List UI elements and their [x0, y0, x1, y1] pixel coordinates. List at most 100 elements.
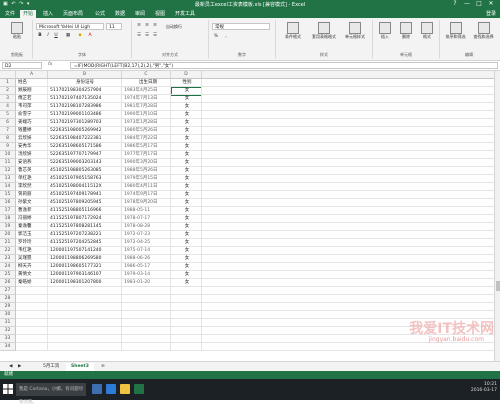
name-cell[interactable]: 贺莉丽	[18, 191, 48, 199]
paste-button[interactable]: 粘贴	[6, 22, 28, 40]
id-cell[interactable]: 411525198805116966	[50, 207, 120, 215]
align-top-icon[interactable]: ≡	[136, 23, 142, 29]
row-header[interactable]: 14	[0, 183, 16, 191]
tab-formulas[interactable]: 公式	[92, 10, 108, 18]
sex-cell[interactable]: 女	[172, 143, 202, 151]
name-cell[interactable]: 柳天卉	[18, 263, 48, 271]
column-header-a[interactable]: A	[16, 71, 48, 79]
row-header[interactable]: 24	[0, 263, 16, 271]
tab-review[interactable]: 审阅	[132, 10, 148, 18]
name-cell[interactable]: 罗玲玲	[18, 239, 48, 247]
tab-data[interactable]: 数据	[112, 10, 128, 18]
row-header[interactable]: 5	[0, 111, 16, 119]
align-right-icon[interactable]: ☰	[152, 33, 158, 39]
sex-cell[interactable]: 女	[172, 111, 202, 119]
font-family-select[interactable]: Microsoft YaHei UI Ligh	[36, 23, 104, 30]
id-cell[interactable]: 451025197809205945	[50, 199, 120, 207]
birth-date-cell[interactable]: 1986年5月17日	[124, 143, 172, 151]
row-header[interactable]: 22	[0, 247, 16, 255]
sex-cell[interactable]: 女	[172, 167, 202, 175]
tab-developer[interactable]: 开发工具	[172, 10, 198, 18]
row-header[interactable]: 28	[0, 295, 16, 303]
id-cell[interactable]: 411525197207238221	[50, 231, 120, 239]
id-cell[interactable]: 522635197707179947	[50, 151, 120, 159]
sex-cell[interactable]: 女	[172, 127, 202, 135]
birth-date-cell[interactable]: 1988-06-26	[124, 255, 172, 263]
birth-date-cell[interactable]: 1988-05-11	[124, 207, 172, 215]
sort-filter-button[interactable]: 排序和筛选	[442, 22, 469, 40]
sex-cell[interactable]: 女	[172, 231, 202, 239]
row-header[interactable]: 32	[0, 327, 16, 335]
column-header-d[interactable]: D	[171, 71, 202, 79]
row-header[interactable]: 33	[0, 335, 16, 343]
comma-icon[interactable]: ,	[223, 34, 229, 40]
row-header[interactable]: 15	[0, 191, 16, 199]
edge-icon[interactable]	[106, 384, 116, 394]
row-header[interactable]: 13	[0, 175, 16, 183]
id-cell[interactable]: 120001198806269580	[50, 255, 120, 263]
birth-date-cell[interactable]: 1978-07-17	[124, 215, 172, 223]
row-header[interactable]: 34	[0, 343, 16, 351]
name-box[interactable]: D2	[2, 62, 42, 69]
find-select-button[interactable]: 查找和选择	[470, 22, 497, 40]
birth-date-cell[interactable]: 1984年7月22日	[124, 135, 172, 143]
birth-date-cell[interactable]: 1990年3月20日	[124, 159, 172, 167]
name-cell[interactable]: 黄倩文	[18, 271, 48, 279]
sex-cell[interactable]: 女	[172, 239, 202, 247]
column-header-b[interactable]: B	[48, 71, 122, 79]
id-cell[interactable]: 522635199003203143	[50, 159, 120, 167]
row-header[interactable]: 10	[0, 151, 16, 159]
sex-cell[interactable]: 女	[172, 87, 202, 95]
id-cell[interactable]: 120001197507141240	[50, 247, 120, 255]
name-cell[interactable]: 俞雪宁	[18, 111, 48, 119]
sex-cell[interactable]: 女	[172, 255, 202, 263]
sex-cell[interactable]: 女	[172, 207, 202, 215]
birth-date-cell[interactable]: 1990年1月10日	[124, 111, 172, 119]
name-cell[interactable]: 云欣妍	[18, 135, 48, 143]
row-header[interactable]: 30	[0, 311, 16, 319]
name-cell[interactable]: 韦司萍	[18, 103, 48, 111]
row-header[interactable]: 18	[0, 215, 16, 223]
row-header[interactable]: 6	[0, 119, 16, 127]
id-cell[interactable]: 451025197409178941	[50, 191, 120, 199]
sex-cell[interactable]: 女	[172, 199, 202, 207]
cell-styles-button[interactable]: 单元格样式	[340, 22, 370, 40]
birth-date-cell[interactable]: 1980年5月26日	[124, 127, 172, 135]
birth-date-cell[interactable]: 1979-03-14	[124, 271, 172, 279]
sex-cell[interactable]: 女	[172, 119, 202, 127]
tab-home[interactable]: 开始	[20, 10, 37, 18]
windows-start-icon[interactable]	[3, 384, 13, 394]
wrap-text-button[interactable]: 自动换行	[166, 24, 182, 30]
id-cell[interactable]: 511702198304257904	[50, 87, 120, 95]
sex-cell[interactable]: 女	[172, 191, 202, 199]
tab-file[interactable]: 文件	[2, 10, 19, 18]
row-header[interactable]: 11	[0, 159, 16, 167]
row-header[interactable]: 1	[0, 79, 16, 87]
row-header[interactable]: 21	[0, 239, 16, 247]
align-center-icon[interactable]: ☰	[144, 33, 150, 39]
delete-button[interactable]: 删除	[396, 22, 416, 40]
task-view-icon[interactable]	[92, 384, 102, 394]
name-cell[interactable]: 冯丽婷	[18, 215, 48, 223]
select-all-corner[interactable]	[0, 71, 16, 79]
row-header[interactable]: 16	[0, 199, 16, 207]
birth-date-cell[interactable]: 1978-08-28	[124, 223, 172, 231]
add-sheet-button[interactable]: ⊕	[96, 363, 110, 371]
name-cell[interactable]: 顾辰刚	[18, 87, 48, 95]
tab-insert[interactable]: 插入	[40, 10, 56, 18]
close-button[interactable]: ✕	[485, 0, 497, 7]
birth-date-cell[interactable]: 1973年1月28日	[124, 119, 172, 127]
name-cell[interactable]: 汤欣妍	[18, 151, 48, 159]
scroll-thumb[interactable]	[496, 281, 500, 291]
borders-icon[interactable]: ▦	[65, 33, 71, 39]
name-cell[interactable]: 单红艳	[18, 175, 48, 183]
row-header[interactable]: 31	[0, 319, 16, 327]
row-header[interactable]: 2	[0, 87, 16, 95]
number-format-select[interactable]: 常规	[212, 23, 270, 30]
id-cell[interactable]: 511702197407135024	[50, 95, 120, 103]
birth-date-cell[interactable]: 1974年9月17日	[124, 191, 172, 199]
id-cell[interactable]: 511702198107283986	[50, 103, 120, 111]
birth-date-cell[interactable]: 1978年9月20日	[124, 199, 172, 207]
id-cell[interactable]: 120001197903146107	[50, 271, 120, 279]
row-header[interactable]: 25	[0, 271, 16, 279]
